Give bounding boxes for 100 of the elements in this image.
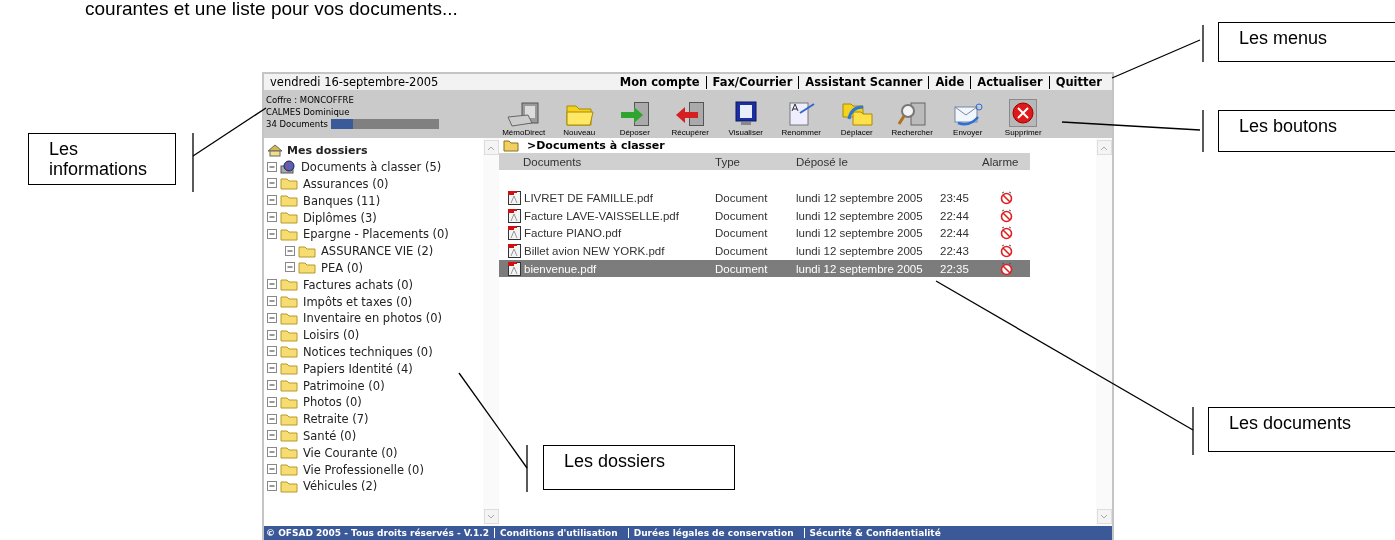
folder-icon <box>298 244 316 258</box>
folder-item[interactable]: ASSURANCE VIE (2) <box>267 242 483 260</box>
collapse-icon <box>267 279 278 291</box>
menu-link[interactable]: Fax/Courrier <box>705 75 799 89</box>
folder-icon <box>280 446 298 460</box>
alarm-off-icon[interactable] <box>999 226 1013 241</box>
folder-item[interactable]: Assurances (0) <box>267 175 483 193</box>
toolbar-button[interactable]: MémoDirect <box>496 101 552 137</box>
document-row[interactable]: LIVRET DE FAMILLE.pdf Document lundi 12 septembre 2005 23:45 <box>499 189 1030 207</box>
folder-item[interactable]: Véhicules (2) <box>267 477 483 495</box>
folder-item[interactable]: Inventaire en photos (0) <box>267 309 483 327</box>
folder-icon <box>280 177 298 191</box>
column-header[interactable]: Type <box>715 155 796 168</box>
document-row[interactable]: Facture LAVE-VAISSELLE.pdf Document lundi 12 septembre 2005 22:44 <box>499 206 1030 225</box>
collapse-icon <box>267 413 278 425</box>
folder-item[interactable]: Notices techniques (0) <box>267 343 483 361</box>
scroll-down-icon[interactable] <box>486 512 496 521</box>
collapse-icon <box>267 329 278 341</box>
menu-link[interactable]: Mon compte <box>613 75 706 89</box>
alarm-off-icon[interactable] <box>999 261 1013 276</box>
scrollbar[interactable] <box>1096 138 1112 526</box>
folder-icon <box>280 379 298 393</box>
table-cell-text: lundi 12 septembre 2005 <box>796 227 924 240</box>
house-icon <box>267 143 283 157</box>
collapse-icon <box>285 245 296 257</box>
folder-icon <box>280 395 298 409</box>
alarm-off-icon[interactable] <box>999 208 1013 223</box>
collapse-icon <box>267 212 278 224</box>
pdf-file-icon <box>507 225 522 242</box>
retrieve-arrow-icon <box>675 101 706 127</box>
scrollbar[interactable] <box>483 138 499 526</box>
table-cell-text: 22:44 <box>940 227 970 240</box>
folder-item[interactable]: Banques (11) <box>267 192 483 210</box>
folder-item[interactable]: Photos (0) <box>267 393 483 411</box>
toolbar-button[interactable]: Rechercher <box>884 101 940 137</box>
toolbar-button[interactable]: Envoyer <box>940 101 996 137</box>
toolbar-button[interactable]: Déplacer <box>829 101 885 137</box>
collapse-icon <box>267 430 278 442</box>
folder-item[interactable]: Documents à classer (5) <box>267 158 483 176</box>
toolbar-button[interactable]: Récupérer <box>662 101 718 137</box>
file-name: Facture PIANO.pdf <box>524 227 622 240</box>
column-header[interactable]: Alarme <box>982 155 1030 168</box>
pdf-file-icon <box>507 260 522 277</box>
menu-link[interactable]: Aide <box>928 75 971 89</box>
folder-item[interactable]: Patrimoine (0) <box>267 377 483 394</box>
alarm-off-icon[interactable] <box>999 243 1013 258</box>
table-cell-text: 22:43 <box>940 244 970 257</box>
toolbar-button[interactable]: Déposer <box>607 101 663 137</box>
folder-item[interactable]: Vie Courante (0) <box>267 444 483 462</box>
folder-item[interactable]: PEA (0) <box>267 259 483 277</box>
folder-icon <box>280 311 298 325</box>
alarm-off-icon[interactable] <box>999 190 1013 205</box>
document-row[interactable]: Billet avion NEW YORK.pdf Document lundi 12 septembre 2005 22:43 <box>499 242 1030 260</box>
folder-icon <box>280 345 298 359</box>
folders-icon <box>840 101 873 127</box>
folder-item[interactable]: Santé (0) <box>267 427 483 445</box>
document-row[interactable]: bienvenue.pdf Document lundi 12 septembre 2005 22:35 <box>499 259 1030 278</box>
footer-link[interactable]: Conditions d'utilisation <box>493 528 623 538</box>
collapse-icon <box>267 396 278 408</box>
toolbar-button[interactable]: Visualiser <box>718 101 774 137</box>
collapse-icon <box>267 195 278 207</box>
callout-label: Les boutons <box>1218 110 1395 152</box>
folder-item[interactable]: Retraite (7) <box>267 410 483 428</box>
folder-icon <box>280 211 298 225</box>
column-header[interactable]: Documents <box>499 155 715 168</box>
table-cell-text: Document <box>715 191 769 204</box>
collapse-icon <box>267 447 278 459</box>
table-cell-text: Document <box>715 209 769 222</box>
callout-label: Les documents <box>1208 407 1395 452</box>
scroll-down-icon[interactable] <box>1099 512 1109 521</box>
folder-item[interactable]: Factures achats (0) <box>267 276 483 294</box>
toolbar-button[interactable]: Supprimer <box>995 99 1051 137</box>
toolbar-button[interactable]: Renommer <box>773 101 829 137</box>
envelope-icon <box>951 101 984 127</box>
folder-item[interactable]: Impôts et taxes (0) <box>267 293 483 310</box>
footer-link[interactable]: Sécurité & Confidentialité <box>803 528 946 538</box>
pdf-file-icon <box>507 242 522 259</box>
toolbar-button[interactable]: Nouveau <box>551 101 607 137</box>
folder-icon <box>298 261 316 275</box>
table-cell-text: Document <box>715 262 769 275</box>
folder-item[interactable]: Vie Professionelle (0) <box>267 461 483 478</box>
intro-text: courantes et une liste pour vos documents... <box>84 0 459 21</box>
menu-link[interactable]: Assistant Scanner <box>798 75 929 89</box>
folder-item[interactable]: Loisirs (0) <box>267 326 483 344</box>
pdf-file-icon <box>507 207 522 224</box>
callout-label: Les menus <box>1218 22 1395 62</box>
folder-item[interactable]: Papiers Identité (4) <box>267 360 483 378</box>
table-cell-text: lundi 12 septembre 2005 <box>796 262 924 275</box>
menu-link[interactable]: Actualiser <box>970 75 1049 89</box>
folder-item[interactable]: Diplômes (3) <box>267 209 483 226</box>
menu-link[interactable]: Quitter <box>1048 75 1108 89</box>
search-icon <box>897 101 928 127</box>
document-row[interactable]: Facture PIANO.pdf Document lundi 12 septembre 2005 22:44 <box>499 224 1030 243</box>
footer-link[interactable]: Durées légales de conservation <box>627 528 799 538</box>
folder-item[interactable]: Epargne - Placements (0) <box>267 226 483 243</box>
folder-path: >Documents à classer <box>527 139 665 152</box>
column-header[interactable]: Déposé le <box>796 155 982 168</box>
tree-root[interactable]: Mes dossiers <box>267 142 483 159</box>
globe-icon <box>280 160 296 175</box>
table-cell-text: 22:44 <box>940 209 970 222</box>
